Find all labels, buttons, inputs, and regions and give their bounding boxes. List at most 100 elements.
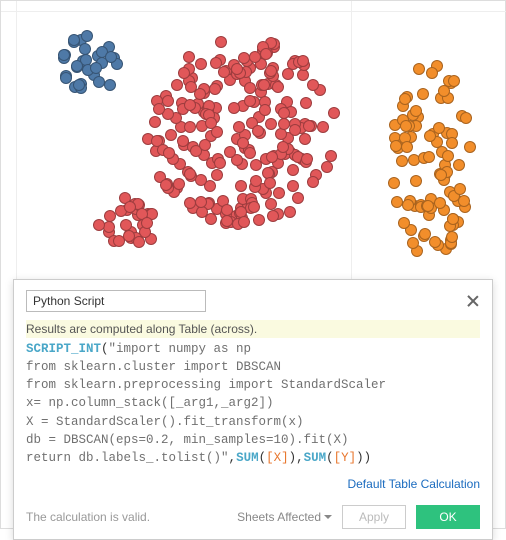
data-point [253,214,265,226]
data-point [165,129,177,141]
data-point [195,58,207,70]
data-point [235,180,247,192]
dialog-header [26,290,480,312]
data-point [396,155,408,167]
data-point [301,153,313,165]
app-window: Results are computed along Table (across… [0,0,506,529]
data-point [435,169,447,181]
data-point [90,62,102,74]
data-point [214,157,226,169]
data-point [228,102,240,114]
data-point [73,79,85,91]
data-point [141,217,153,229]
data-point [252,125,264,137]
sheets-affected-dropdown[interactable]: Sheets Affected [237,510,332,524]
data-point [266,151,278,163]
data-point [250,159,262,171]
gridline [1,11,506,12]
data-point [153,103,165,115]
data-point [209,83,221,95]
data-point [104,79,116,91]
data-point [224,146,236,158]
data-point [433,122,445,134]
data-point [58,49,70,61]
data-point [259,104,271,116]
dialog-footer: The calculation is valid. Sheets Affecte… [26,505,480,529]
data-point [264,177,276,189]
data-point [195,174,207,186]
data-point [149,116,161,128]
script-body: "import numpy as np from sklearn.cluster… [26,342,386,465]
data-point [163,147,175,159]
data-point [265,65,277,77]
data-point [325,150,337,162]
data-point [442,150,454,162]
data-point [410,105,422,117]
data-point [460,112,472,124]
data-point [221,204,233,216]
data-point [426,67,438,79]
apply-button[interactable]: Apply [342,505,406,529]
data-point [391,196,403,208]
data-point [260,48,272,60]
data-point [250,175,262,187]
data-point [124,201,136,213]
data-point [464,141,476,153]
data-point [184,197,196,209]
ok-button[interactable]: OK [416,505,480,529]
field-token: [Y] [334,451,357,465]
data-point [448,75,460,87]
data-point [388,177,400,189]
field-token: [X] [266,451,289,465]
data-point [244,95,256,107]
link-row: Default Table Calculation [26,477,480,491]
data-point [317,121,329,133]
data-point [231,63,243,75]
agg-token: SUM [304,451,327,465]
data-point [277,141,289,153]
data-point [419,228,431,240]
data-point [278,118,290,130]
data-point [401,141,413,153]
data-point [447,213,459,225]
calculation-dialog: Results are computed along Table (across… [13,279,493,540]
data-point [258,79,270,91]
data-point [410,175,422,187]
data-point [272,81,284,93]
calculation-name-input[interactable] [26,290,206,312]
validation-status: The calculation is valid. [26,510,227,524]
data-point [413,63,425,75]
agg-token: SUM [236,451,259,465]
data-point [328,107,340,119]
data-point [249,51,261,63]
data-point [289,124,301,136]
data-point [292,192,304,204]
data-point [237,137,249,149]
data-point [68,34,80,46]
results-hint: Results are computed along Table (across… [26,320,480,338]
data-point [93,219,105,231]
data-point [429,236,441,248]
scatter-chart [1,1,506,281]
data-point [267,210,279,222]
data-point [284,206,296,218]
data-point [458,195,470,207]
data-point [81,30,93,42]
default-table-calculation-link[interactable]: Default Table Calculation [347,477,480,491]
chevron-down-icon [324,515,332,519]
data-point [400,120,412,132]
data-point [123,230,135,242]
close-icon[interactable] [466,294,480,308]
data-point [434,197,446,209]
data-point [287,180,299,192]
data-point [422,200,434,212]
gridline [16,1,17,281]
data-point [160,179,172,191]
data-point [221,215,233,227]
data-point [265,118,277,130]
data-point [205,117,217,129]
formula-editor[interactable]: SCRIPT_INT("import numpy as np from skle… [26,340,480,467]
data-point [173,178,185,190]
data-point [71,60,83,72]
data-point [233,121,245,133]
